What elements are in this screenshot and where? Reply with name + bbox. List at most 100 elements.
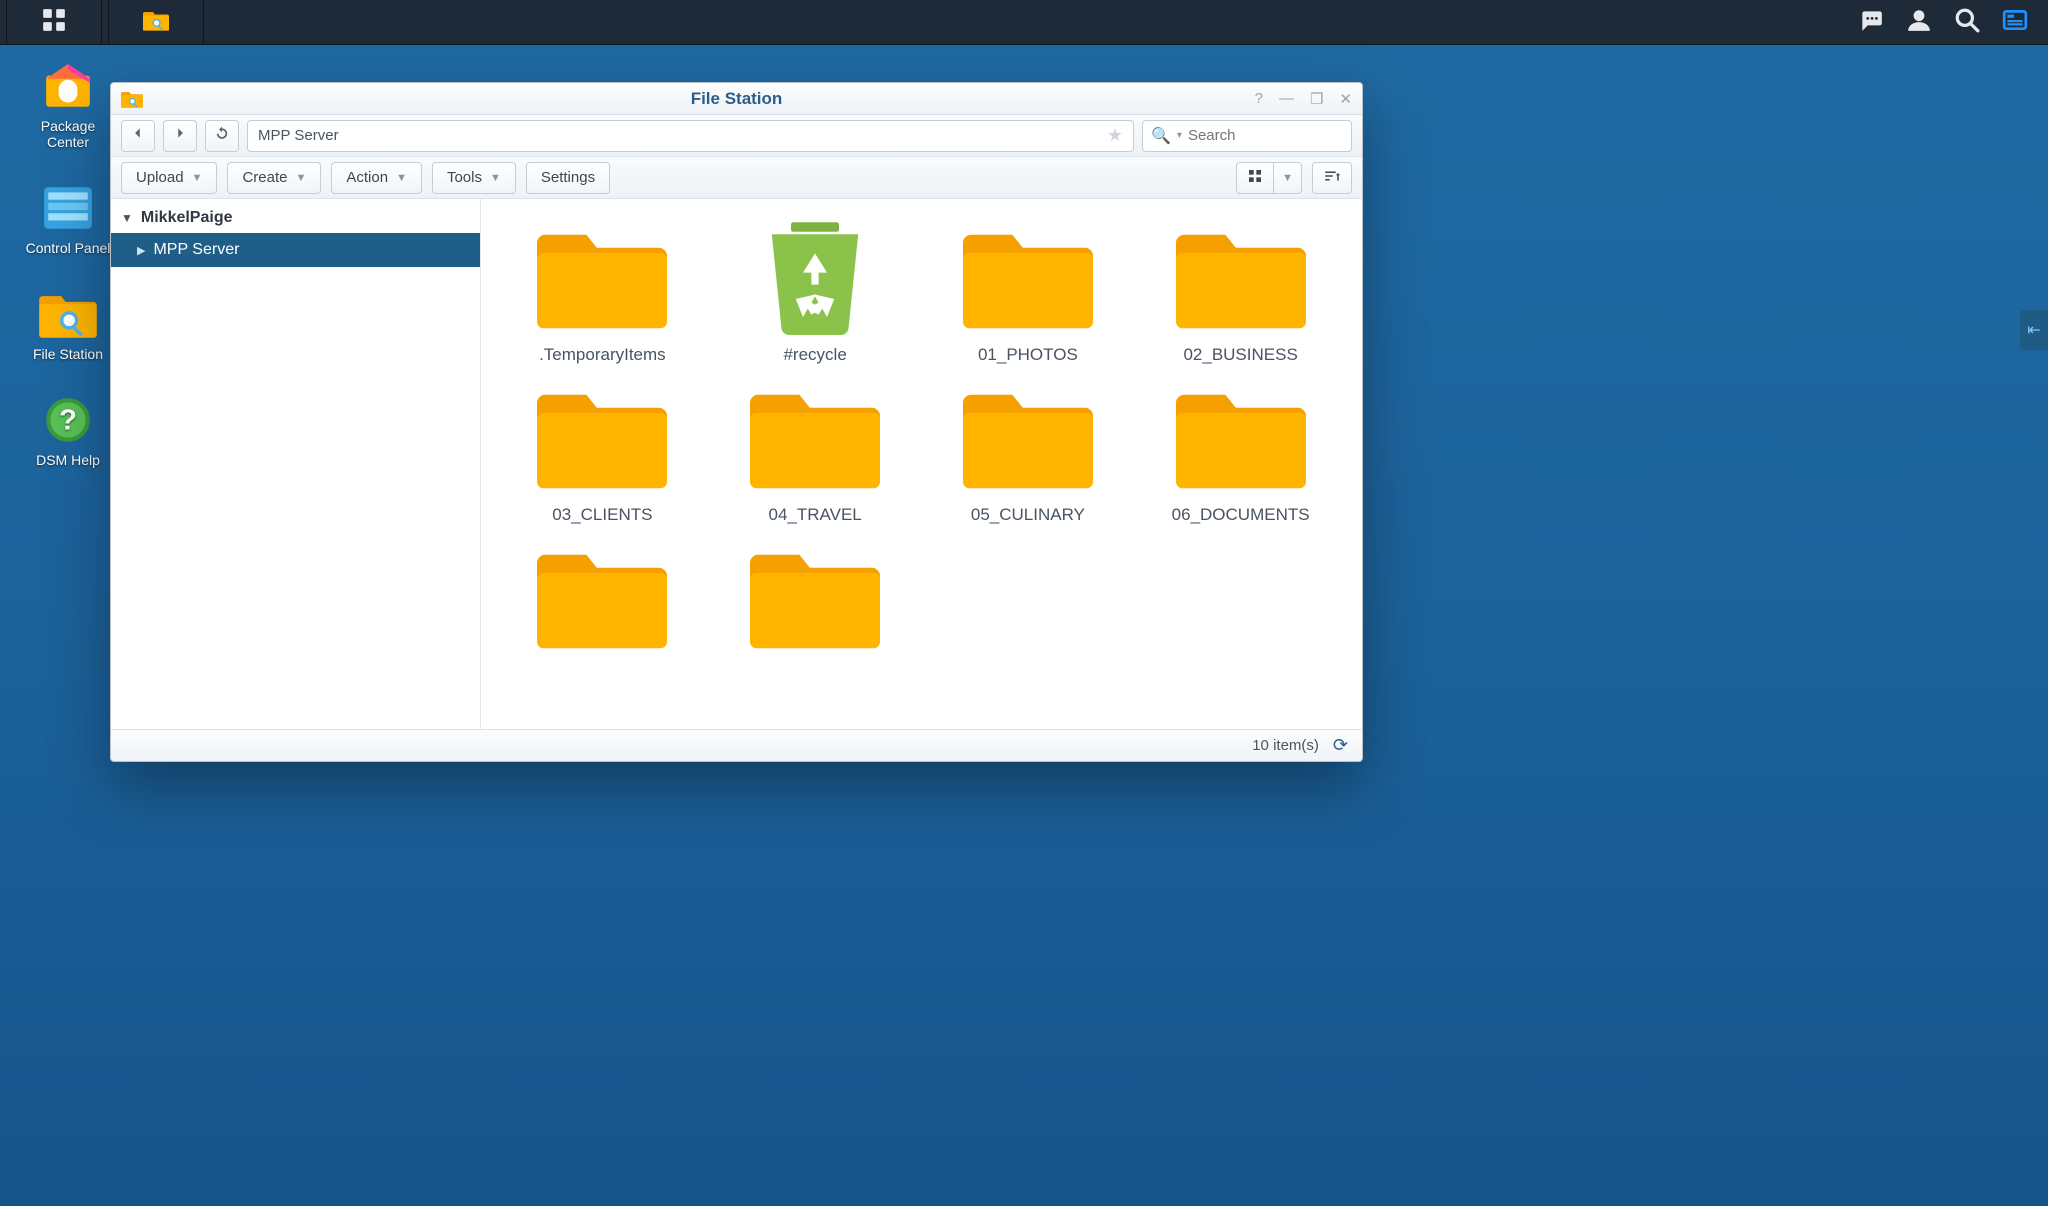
- settings-button[interactable]: Settings: [526, 162, 610, 194]
- folder-tree: ▼ MikkelPaige ▶ MPP Server: [111, 199, 481, 729]
- system-search-button[interactable]: [1950, 5, 1984, 39]
- control-panel-icon: [39, 182, 97, 234]
- caret-down-icon: ▼: [1282, 172, 1293, 184]
- widget-drawer-handle[interactable]: ⇤: [2020, 310, 2048, 350]
- sort-icon: [1323, 167, 1341, 189]
- upload-button[interactable]: Upload ▼: [121, 162, 217, 194]
- folder-item[interactable]: 03_CLIENTS: [501, 375, 704, 525]
- nav-back-button[interactable]: [121, 120, 155, 152]
- item-count: 10 item(s): [1252, 737, 1319, 754]
- search-field[interactable]: 🔍 ▾: [1142, 120, 1352, 152]
- nav-reload-button[interactable]: [205, 120, 239, 152]
- notifications-button[interactable]: [1854, 5, 1888, 39]
- folder-item[interactable]: [714, 535, 917, 665]
- desktop-package-center[interactable]: Package Center: [18, 60, 118, 150]
- folder-icon: [537, 215, 667, 335]
- folder-icon: [537, 535, 667, 655]
- tree-root[interactable]: ▼ MikkelPaige: [111, 203, 480, 233]
- tree-root-label: MikkelPaige: [141, 209, 233, 227]
- apps-icon: [41, 7, 67, 38]
- path-text: MPP Server: [258, 127, 339, 144]
- grid-view-icon: [1247, 168, 1263, 188]
- desktop-control-panel[interactable]: Control Panel: [18, 182, 118, 256]
- folder-item[interactable]: 04_TRAVEL: [714, 375, 917, 525]
- widgets-button[interactable]: [1998, 5, 2032, 39]
- window-help-button[interactable]: ?: [1255, 90, 1263, 108]
- search-dropdown-icon[interactable]: ▾: [1177, 130, 1182, 141]
- status-reload-button[interactable]: ⟳: [1333, 735, 1348, 756]
- view-mode-menu-button[interactable]: ▼: [1274, 162, 1302, 194]
- item-label: #recycle: [714, 345, 917, 365]
- window-maximize-button[interactable]: ❐: [1310, 90, 1323, 108]
- expand-icon: ▶: [137, 244, 145, 257]
- desktop-label: Control Panel: [18, 240, 118, 256]
- button-label: Action: [346, 169, 388, 186]
- package-icon: [39, 60, 97, 112]
- folder-icon: [750, 535, 880, 655]
- nav-forward-button[interactable]: [163, 120, 197, 152]
- window-close-button[interactable]: ✕: [1339, 90, 1352, 108]
- search-icon: 🔍: [1151, 126, 1171, 146]
- caret-down-icon: ▼: [396, 172, 407, 184]
- taskbar-file-station[interactable]: [108, 0, 204, 45]
- desktop-label: File Station: [18, 346, 118, 362]
- widget-icon: [2002, 7, 2028, 38]
- folder-item[interactable]: 05_CULINARY: [927, 375, 1130, 525]
- desktop-dsm-help[interactable]: DSM Help: [18, 394, 118, 468]
- chevron-right-icon: [173, 126, 187, 145]
- item-label: 03_CLIENTS: [501, 505, 704, 525]
- folder-item[interactable]: 06_DOCUMENTS: [1139, 375, 1342, 525]
- path-field[interactable]: MPP Server ★: [247, 120, 1134, 152]
- folder-icon: [963, 375, 1093, 495]
- button-label: Create: [242, 169, 287, 186]
- item-label: 02_BUSINESS: [1139, 345, 1342, 365]
- file-station-window: File Station ? — ❐ ✕ MPP Server ★ 🔍 ▾ Up…: [110, 82, 1363, 762]
- window-minimize-button[interactable]: —: [1279, 90, 1294, 108]
- recycle-icon: [750, 215, 880, 335]
- item-label: 06_DOCUMENTS: [1139, 505, 1342, 525]
- window-titlebar[interactable]: File Station ? — ❐ ✕: [111, 83, 1362, 115]
- folder-item[interactable]: 01_PHOTOS: [927, 215, 1130, 365]
- tools-button[interactable]: Tools▼: [432, 162, 516, 194]
- user-menu-button[interactable]: [1902, 5, 1936, 39]
- desktop-file-station[interactable]: File Station: [18, 288, 118, 362]
- recycle-bin-item[interactable]: #recycle: [714, 215, 917, 365]
- favorite-star-button[interactable]: ★: [1107, 125, 1123, 146]
- folder-icon: [1176, 215, 1306, 335]
- content-pane[interactable]: .TemporaryItems #recycle 01_PHOTOS 02_BUSIN…: [481, 199, 1362, 729]
- main-menu-button[interactable]: [6, 0, 102, 45]
- help-icon: [39, 394, 97, 446]
- taskbar: [0, 0, 2048, 45]
- desktop-label: DSM Help: [18, 452, 118, 468]
- desktop: Package Center Control Panel File Statio…: [18, 60, 118, 468]
- folder-icon: [750, 375, 880, 495]
- item-label: 01_PHOTOS: [927, 345, 1130, 365]
- file-station-icon: [121, 89, 143, 109]
- caret-down-icon: ▼: [295, 172, 306, 184]
- collapse-icon: ▼: [121, 211, 133, 225]
- chevron-left-icon: [131, 126, 145, 145]
- reload-icon: [215, 126, 229, 145]
- folder-item[interactable]: [501, 535, 704, 665]
- sort-button[interactable]: [1312, 162, 1352, 194]
- search-input[interactable]: [1188, 127, 1363, 144]
- button-label: Upload: [136, 169, 184, 186]
- folder-item[interactable]: .TemporaryItems: [501, 215, 704, 365]
- button-label: Tools: [447, 169, 482, 186]
- folder-icon: [963, 215, 1093, 335]
- nav-bar: MPP Server ★ 🔍 ▾: [111, 115, 1362, 157]
- folder-icon: [537, 375, 667, 495]
- tree-item-label: MPP Server: [153, 241, 239, 259]
- view-mode-button[interactable]: [1236, 162, 1274, 194]
- folder-item[interactable]: 02_BUSINESS: [1139, 215, 1342, 365]
- create-button[interactable]: Create ▼: [227, 162, 321, 194]
- file-station-icon: [143, 7, 169, 38]
- action-button[interactable]: Action ▼: [331, 162, 422, 194]
- chat-icon: [1858, 7, 1884, 38]
- folder-icon: [1176, 375, 1306, 495]
- drawer-icon: ⇤: [2027, 320, 2040, 340]
- tree-item-mpp-server[interactable]: ▶ MPP Server: [111, 233, 480, 267]
- search-icon: [1954, 7, 1980, 38]
- caret-down-icon: ▼: [192, 172, 203, 184]
- status-bar: 10 item(s) ⟳: [111, 729, 1362, 761]
